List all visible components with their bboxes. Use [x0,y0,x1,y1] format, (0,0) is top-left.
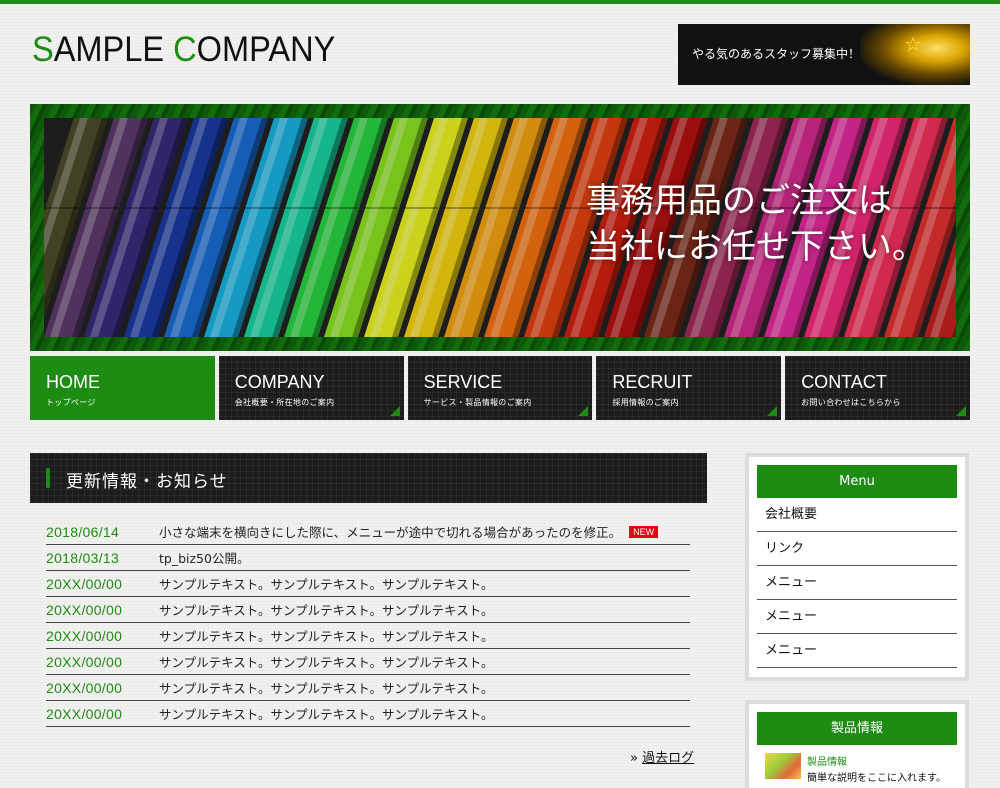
news-text: サンプルテキスト。サンプルテキスト。サンプルテキスト。 [159,577,494,592]
logo-letter-s: S [32,30,54,69]
news-date: 20XX/00/00 [46,575,123,592]
sidebar-item-company[interactable]: 会社概要 [757,498,957,532]
product-name: 製品情報 [807,757,847,768]
nav-sublabel: 会社概要・所在地のご案内 [234,398,335,407]
nav-label: CONTACT [801,372,887,392]
sidebar-menu-title: Menu [757,465,957,498]
sidebar-item-menu[interactable]: メニュー [757,634,957,668]
nav-contact[interactable]: CONTACT お問い合わせはこちらから [785,356,970,420]
news-row: 2018/06/14 小さな端末を横向きにした際に、メニューが途中で切れる場合が… [46,519,690,545]
news-text: サンプルテキスト。サンプルテキスト。サンプルテキスト。 [159,655,494,670]
nav-recruit[interactable]: RECRUIT 採用情報のご案内 [596,356,782,420]
nav-sublabel: お問い合わせはこちらから [801,398,901,407]
nav-sublabel: 採用情報のご案内 [612,398,679,407]
news-date: 2018/06/14 [46,523,120,540]
news-date: 20XX/00/00 [46,601,123,618]
recruit-banner-text: やる気のあるスタッフ募集中！ [692,47,861,61]
sidebar-item-menu[interactable]: メニュー [757,566,957,600]
logo-letter-c: C [173,30,197,69]
hero-line-1: 事務用品のご注文は [586,181,892,221]
news-row: 20XX/00/00 サンプルテキスト。サンプルテキスト。サンプルテキスト。 [46,649,690,675]
nav-label: HOME [46,372,100,392]
sidebar-menu-box: Menu 会社概要 リンク メニュー メニュー メニュー [745,453,969,681]
logo-text-ample: AMPLE [53,30,174,69]
nav-label: RECRUIT [612,372,693,392]
nav-home[interactable]: HOME トップページ [30,356,215,420]
nav-company[interactable]: COMPANY 会社概要・所在地のご案内 [219,356,404,420]
product-description: 簡単な説明をここに入れます。 [807,773,946,784]
double-chevron-icon: » [630,751,638,766]
nav-service[interactable]: SERVICE サービス・製品情報のご案内 [408,356,593,420]
hero-catchphrase: 事務用品のご注文は 当社にお任せ下さい。 [586,178,926,270]
new-badge: NEW [629,525,659,538]
site-logo[interactable]: SAMPLE COMPANY [32,30,335,70]
logo-text-ompany: OMPANY [196,30,336,69]
news-list: 2018/06/14 小さな端末を横向きにした際に、メニューが途中で切れる場合が… [46,519,690,727]
corner-triangle-icon [955,406,966,416]
news-row: 20XX/00/00 サンプルテキスト。サンプルテキスト。サンプルテキスト。 [46,675,690,701]
sidebar-products-title: 製品情報 [757,712,957,745]
nav-label: SERVICE [423,372,503,392]
news-row: 20XX/00/00 サンプルテキスト。サンプルテキスト。サンプルテキスト。 [46,701,690,727]
news-row: 2018/03/13 tp_biz50公開。 [46,545,690,571]
heading-accent-bar [46,468,50,488]
news-date: 2018/03/13 [46,549,120,566]
news-date: 20XX/00/00 [46,627,123,644]
news-title: 更新情報・お知らせ [66,472,228,492]
news-heading: 更新情報・お知らせ [30,453,707,503]
archive-link-wrap: » 過去ログ [630,747,694,766]
news-row: 20XX/00/00 サンプルテキスト。サンプルテキスト。サンプルテキスト。 [46,623,690,649]
news-text: サンプルテキスト。サンプルテキスト。サンプルテキスト。 [159,629,494,644]
news-date: 20XX/00/00 [46,679,123,696]
sidebar-item-menu[interactable]: メニュー [757,600,957,634]
news-text: tp_biz50公開。 [159,551,250,566]
corner-triangle-icon [767,406,778,416]
sidebar-item-links[interactable]: リンク [757,532,957,566]
sidebar-products-box: 製品情報 製品情報 簡単な説明をここに入れます。 [745,700,969,788]
nav-sublabel: サービス・製品情報のご案内 [423,398,532,407]
product-item[interactable]: 製品情報 簡単な説明をここに入れます。 [765,753,957,784]
news-row: 20XX/00/00 サンプルテキスト。サンプルテキスト。サンプルテキスト。 [46,571,690,597]
product-thumbnail [765,753,801,779]
nav-label: COMPANY [234,372,325,392]
nav-sublabel: トップページ [46,398,96,407]
recruit-banner[interactable]: ☆ やる気のあるスタッフ募集中！ [678,24,970,85]
top-accent-bar [0,0,1000,4]
star-icon: ☆ [904,32,922,56]
archive-link[interactable]: 過去ログ [642,751,694,766]
news-date: 20XX/00/00 [46,653,123,670]
news-text: 小さな端末を横向きにした際に、メニューが途中で切れる場合があったのを修正。 [159,525,622,540]
corner-triangle-icon [389,406,400,416]
corner-triangle-icon [578,406,589,416]
news-date: 20XX/00/00 [46,705,123,722]
news-text: サンプルテキスト。サンプルテキスト。サンプルテキスト。 [159,681,494,696]
hero-line-2: 当社にお任せ下さい。 [586,227,926,267]
news-text: サンプルテキスト。サンプルテキスト。サンプルテキスト。 [159,603,494,618]
global-nav: HOME トップページ COMPANY 会社概要・所在地のご案内 SERVICE… [30,356,970,420]
news-text: サンプルテキスト。サンプルテキスト。サンプルテキスト。 [159,707,494,722]
news-row: 20XX/00/00 サンプルテキスト。サンプルテキスト。サンプルテキスト。 [46,597,690,623]
